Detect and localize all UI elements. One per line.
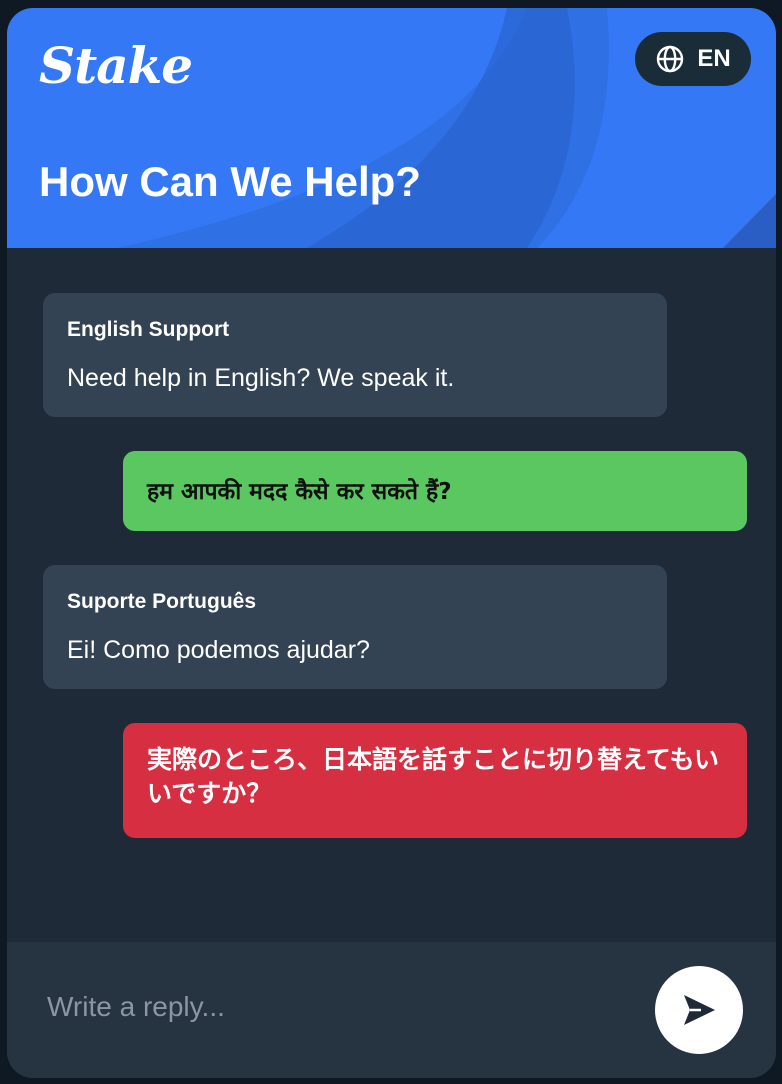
message-sender: English Support bbox=[67, 318, 230, 341]
message-text: Need help in English? We speak it. bbox=[67, 364, 455, 392]
chat-header: Stake EN How Can We Help? bbox=[7, 8, 776, 248]
message-text: Ei! Como podemos ajudar? bbox=[67, 636, 370, 664]
globe-icon bbox=[657, 45, 684, 73]
reply-input[interactable] bbox=[31, 980, 631, 1034]
message-incoming-portuguese-support: Suporte Português Ei! Como podemos ajuda… bbox=[43, 565, 667, 689]
language-selector-button[interactable]: EN bbox=[635, 32, 751, 86]
reply-composer bbox=[7, 942, 776, 1078]
message-incoming-english-support: English Support Need help in English? We… bbox=[43, 293, 667, 417]
language-code-label: EN bbox=[697, 45, 731, 72]
message-outgoing-japanese: 実際のところ、日本語を話すことに切り替えてもいいですか？ bbox=[123, 723, 747, 838]
message-outgoing-hindi: हम आपकी मदद कैसे कर सकते हैं? bbox=[123, 451, 747, 531]
message-text: 実際のところ、日本語を話すことに切り替えてもいいですか？ bbox=[147, 745, 720, 808]
message-sender: Suporte Português bbox=[67, 590, 257, 613]
message-text: हम आपकी मदद कैसे कर सकते हैं? bbox=[147, 479, 452, 505]
stake-logo: Stake bbox=[39, 36, 193, 95]
page-title: How Can We Help? bbox=[39, 158, 421, 205]
send-button[interactable] bbox=[655, 966, 743, 1054]
support-chat-widget: Stake EN How Can We Help? English Suppor… bbox=[7, 8, 776, 1078]
send-icon bbox=[684, 995, 715, 1025]
